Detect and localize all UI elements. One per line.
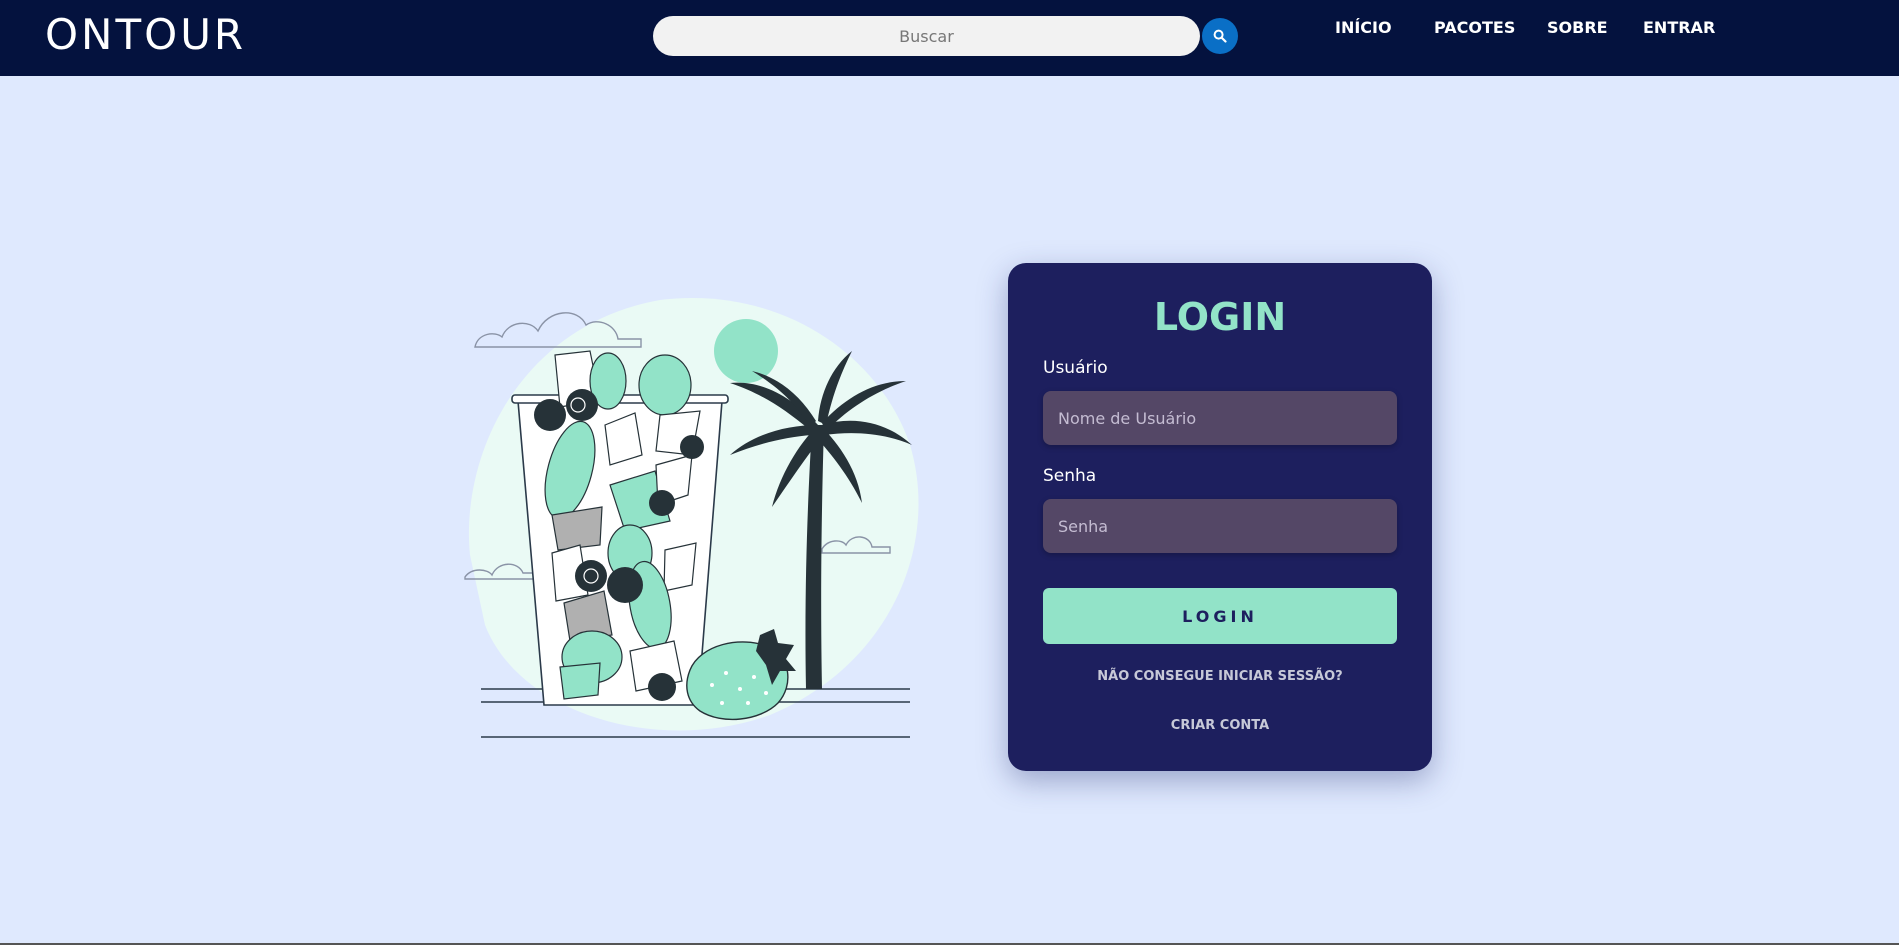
password-input[interactable]: [1043, 499, 1397, 553]
nav-link-sobre[interactable]: SOBRE: [1547, 18, 1608, 37]
nav-links: INÍCIO PACOTES SOBRE ENTRAR: [0, 18, 1899, 40]
smoothie-palm-illustration: [464, 297, 919, 738]
username-label: Usuário: [1043, 358, 1108, 378]
nav-link-inicio[interactable]: INÍCIO: [1335, 18, 1392, 37]
login-title: LOGIN: [1153, 295, 1287, 339]
hero-illustration: [460, 285, 940, 745]
password-label: Senha: [1043, 466, 1097, 486]
username-input[interactable]: [1043, 391, 1397, 445]
top-navbar: ONTOUR INÍCIO PACOTES SOBRE ENTRAR: [0, 0, 1899, 76]
nav-link-entrar[interactable]: ENTRAR: [1643, 18, 1715, 37]
forgot-session-link[interactable]: NÃO CONSEGUE INICIAR SESSÃO?: [1008, 669, 1432, 684]
nav-link-pacotes[interactable]: PACOTES: [1434, 18, 1515, 37]
login-button[interactable]: LOGIN: [1043, 588, 1397, 644]
login-card: LOGIN Usuário Senha LOGIN NÃO CONSEGUE I…: [1008, 263, 1432, 771]
create-account-link[interactable]: CRIAR CONTA: [1008, 718, 1432, 733]
